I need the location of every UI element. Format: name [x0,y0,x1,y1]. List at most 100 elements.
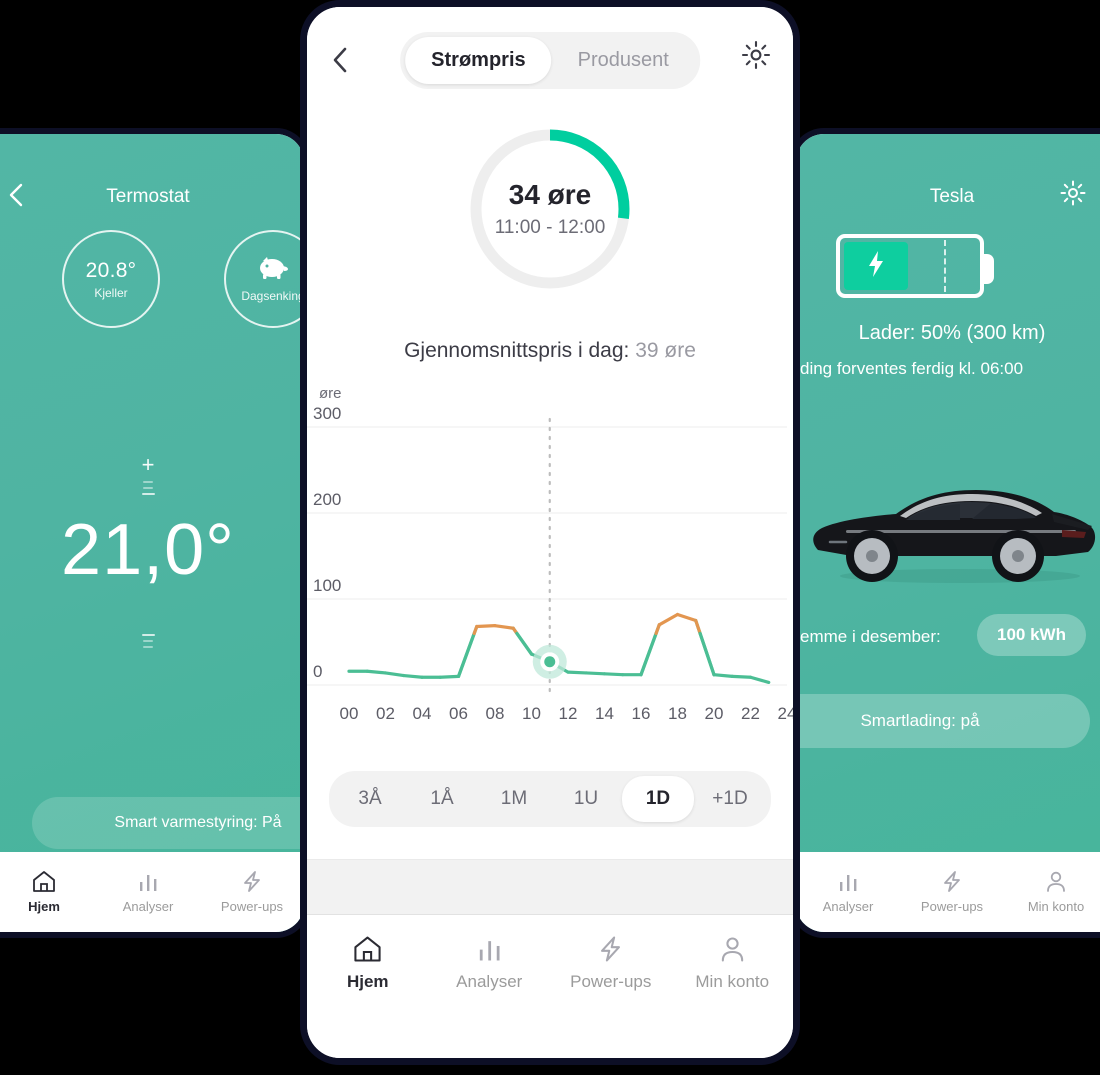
center-phone-power-price: Strømpris Produsent 34 øre 11:00 - 12:00… [300,0,800,1065]
chart-unit-label: øre [319,385,342,402]
home-icon [353,935,382,963]
nav-label: Power-ups [570,971,652,991]
range-button-3å[interactable]: 3Å [334,776,406,822]
right-phone-tesla: Tesla Lader: 50% (300 km) ding forventes… [790,128,1100,938]
app-header: Strømpris Produsent [307,7,793,125]
bar-chart-icon [836,870,860,893]
night-setback-ring[interactable]: Dagsenking [224,230,305,328]
temperature-decrease-stepper[interactable] [0,629,304,648]
zone-label: Kjeller [94,285,128,300]
nav-item-analyser[interactable]: Analyser [96,870,200,914]
zone-temperature: 20.8° [85,258,137,282]
nav-label: Hjem [346,971,389,991]
page-title: Tesla [929,186,975,207]
nav-item-hjem[interactable]: Hjem [307,935,429,992]
y-tick-label: 200 [313,490,341,509]
gear-icon[interactable] [741,40,771,75]
current-price-value: 34 øre [508,179,592,210]
battery-charge-limit-marker [943,240,946,292]
center-bottom-nav: Hjem Analyser Power-ups Min konto [307,915,793,1011]
chart-marker-dot [544,656,556,668]
charge-eta-line: ding forventes ferdig kl. 06:00 [800,359,1024,378]
x-tick-label: 16 [632,704,651,723]
battery-cap [982,254,994,284]
x-tick-label: 20 [705,704,724,723]
x-tick-label: 10 [522,704,541,723]
nav-item-min-konto[interactable]: Min konto [1004,870,1100,914]
stepper-ticks-down [0,634,304,648]
nav-item-power-ups[interactable]: Power-ups [200,870,304,914]
bolt-icon [596,935,625,963]
x-tick-label: 24 [778,704,793,723]
current-price-timerange: 11:00 - 12:00 [494,217,606,238]
time-range-selector: 3Å 1Å 1M 1U 1D +1D [329,771,771,827]
battery-indicator [836,234,994,298]
nav-item-analyser[interactable]: Analyser [796,870,900,914]
left-phone-thermostat: Termostat 20.8° Kjeller Dagsenking + 21,… [0,128,310,938]
x-tick-label: 00 [340,704,359,723]
range-button-1d[interactable]: 1D [622,776,694,822]
nav-label: Power-ups [220,899,284,914]
smart-heating-pill[interactable]: Smart varmestyring: På [32,797,304,849]
left-bottom-nav: Hjem Analyser Power-ups [0,852,304,932]
y-tick-label: 100 [313,576,341,595]
bolt-icon [240,870,264,893]
tab-strompris[interactable]: Strømpris [405,37,552,84]
nav-label: Analyser [822,899,874,914]
bolt-icon [940,870,964,893]
nav-label: Min konto [695,971,770,991]
bolt-icon [865,249,887,284]
range-button-1å[interactable]: 1Å [406,776,478,822]
nav-label: Power-ups [920,899,984,914]
x-tick-label: 02 [376,704,395,723]
price-gauge-wrapper: 34 øre 11:00 - 12:00 [307,125,793,325]
gear-icon[interactable] [1060,180,1086,211]
tab-switcher: Strømpris Produsent [400,32,700,89]
charge-status-line: Lader: 50% (300 km) [858,322,1046,344]
plus-icon: + [141,452,155,477]
x-tick-label: 06 [449,704,468,723]
average-price-label: Gjennomsnittspris i dag: [404,339,630,362]
smart-charging-pill[interactable]: Smartlading: på [796,694,1090,748]
nav-item-analyser[interactable]: Analyser [429,935,551,992]
chevron-left-icon[interactable] [325,45,355,75]
range-button-1u[interactable]: 1U [550,776,622,822]
nav-item-power-ups[interactable]: Power-ups [550,935,672,992]
kwh-badge: 100 kWh [977,614,1086,656]
nav-label: Hjem [28,899,60,914]
nav-item-hjem[interactable]: Hjem [0,870,96,914]
phone-mockup-stage: Termostat 20.8° Kjeller Dagsenking + 21,… [0,0,1100,1075]
x-tick-label: 18 [668,704,687,723]
nav-label: Min konto [1027,899,1085,914]
nav-item-power-ups[interactable]: Power-ups [900,870,1004,914]
current-price-gauge: 34 øre 11:00 - 12:00 [466,125,634,293]
power-price-screen: Strømpris Produsent 34 øre 11:00 - 12:00… [307,7,793,1058]
battery-fill [844,242,909,290]
grey-divider-band [307,859,793,915]
person-icon [1044,870,1068,893]
price-chart: øre 0 100 200 300 00 02 04 06 08 10 12 14 16 18 20 22 24 [307,385,793,755]
x-tick-label: 04 [413,704,432,723]
thermostat-zone-ring[interactable]: 20.8° Kjeller [62,230,160,328]
target-temperature: 21,0° [61,510,235,590]
nav-item-min-konto[interactable]: Min konto [672,935,794,992]
y-tick-label: 0 [313,662,322,681]
tesla-screen: Tesla Lader: 50% (300 km) ding forventes… [796,134,1100,932]
range-button-plus1d[interactable]: +1D [694,776,766,822]
average-price-line: Gjennomsnittspris i dag: 39 øre [307,339,793,363]
range-button-1m[interactable]: 1M [478,776,550,822]
bar-chart-icon [475,935,504,963]
setback-label: Dagsenking [241,289,305,303]
temperature-increase-stepper[interactable]: + [0,454,304,495]
price-chart-svg[interactable]: 0 100 200 300 00 02 04 06 08 10 12 14 16 18 20 22 24 [307,385,793,755]
tab-produsent[interactable]: Produsent [552,37,695,84]
nav-label: Analyser [456,971,523,991]
y-tick-label: 300 [313,404,341,423]
page-title: Termostat [106,186,190,207]
piggy-bank-icon [256,255,290,286]
x-tick-label: 22 [741,704,760,723]
stepper-ticks-up [0,481,304,495]
x-tick-label: 12 [559,704,578,723]
thermostat-screen: Termostat 20.8° Kjeller Dagsenking + 21,… [0,134,304,932]
nav-label: Analyser [122,899,174,914]
